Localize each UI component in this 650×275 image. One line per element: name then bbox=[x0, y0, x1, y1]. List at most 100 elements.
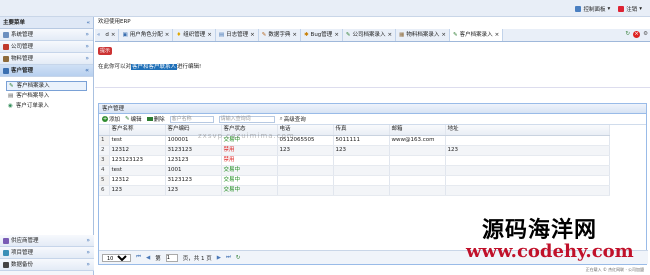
close-icon[interactable]: × bbox=[334, 29, 339, 41]
close-icon[interactable]: × bbox=[388, 29, 393, 41]
tab-customer-entry[interactable]: ✎ 客户档案录入 × bbox=[449, 29, 504, 41]
table-row[interactable]: 2 12312 3123123 禁用 123 123 123 bbox=[99, 145, 610, 156]
sidebar-item-system[interactable]: 系统管理 » bbox=[0, 29, 93, 41]
chevron-down-icon: ▾ bbox=[607, 6, 611, 12]
supplier-icon bbox=[3, 237, 9, 244]
cell-status: 禁用 bbox=[221, 155, 278, 166]
tab-material-entry[interactable]: ▦ 物料档案录入 × bbox=[396, 29, 450, 41]
delete-button[interactable]: 删除 bbox=[146, 115, 165, 123]
tab-label: d bbox=[105, 32, 109, 38]
submenu-item-customer-order[interactable]: ◉ 客户订单录入 bbox=[6, 101, 87, 111]
table-row[interactable]: 1 test 100001 交易中 0512065505 5011111 www… bbox=[99, 135, 610, 146]
tab-company-entry[interactable]: ✎ 公司档案录入 × bbox=[343, 29, 397, 41]
collapse-icon[interactable]: « bbox=[86, 17, 90, 28]
order-icon: ◉ bbox=[8, 103, 13, 109]
first-page-icon[interactable]: ⏮ bbox=[136, 254, 141, 261]
cell-fax bbox=[333, 165, 390, 176]
cell-fax bbox=[333, 175, 390, 186]
row-index: 1 bbox=[99, 135, 110, 146]
sidebar-item-supplier[interactable]: 供应商管理 » bbox=[0, 235, 94, 247]
notice-box: 提示 在此你可以对客户和客户联系人进行编辑! bbox=[95, 44, 650, 88]
notice-highlight: 客户和客户联系人 bbox=[131, 64, 178, 70]
page-label: 第 bbox=[155, 255, 161, 262]
cell-email bbox=[389, 155, 446, 166]
chevron-down-icon: ▾ bbox=[639, 6, 642, 12]
chevron-down-icon: » bbox=[85, 42, 89, 50]
chevron-up-icon: « bbox=[85, 66, 89, 74]
sidebar-title: 主要菜单 « bbox=[0, 17, 93, 29]
advanced-search-button[interactable]: ⌕ 高级查询 bbox=[279, 115, 306, 124]
pencil-icon: ✎ bbox=[261, 32, 267, 38]
tab-user-role[interactable]: ▣ 用户角色分配 × bbox=[119, 29, 174, 41]
refresh-icon[interactable]: ↻ bbox=[236, 255, 241, 261]
search-input[interactable]: 请输入查询词 bbox=[218, 115, 275, 123]
notice-text-after: 进行编辑! bbox=[177, 64, 202, 70]
sidebar-item-backup[interactable]: 数据备份 » bbox=[0, 259, 94, 271]
close-icon[interactable]: × bbox=[250, 29, 255, 41]
close-icon[interactable]: × bbox=[207, 29, 212, 41]
backup-icon bbox=[3, 261, 9, 268]
sidebar-item-company[interactable]: 公司管理 » bbox=[0, 41, 93, 53]
cell-code: 3123123 bbox=[165, 145, 222, 156]
bug-icon: ✱ bbox=[303, 32, 309, 38]
tab-d[interactable]: d × bbox=[102, 29, 120, 41]
page-size-select[interactable]: 10 bbox=[102, 253, 131, 262]
footer-text: 正在载入 © 杰红网联 · 公司加盟 bbox=[585, 267, 644, 272]
submenu-item-customer-entry[interactable]: ✎ 客户档案录入 bbox=[6, 81, 87, 91]
tab-dictionary[interactable]: ✎ 数据字典 × bbox=[259, 29, 301, 41]
cell-code: 123 bbox=[165, 185, 222, 196]
cell-name: 123123123 bbox=[109, 155, 166, 166]
close-icon[interactable]: × bbox=[165, 29, 170, 41]
control-panel-link[interactable]: 控制面板 ▾ bbox=[575, 5, 610, 13]
tab-organization[interactable]: ♦ 组织管理 × bbox=[173, 29, 216, 41]
chevron-down-icon: » bbox=[86, 236, 90, 244]
cell-name: test bbox=[109, 165, 166, 176]
sidebar-title-label: 主要菜单 bbox=[3, 20, 26, 26]
table-row[interactable]: 3 123123123 123123 禁用 bbox=[99, 155, 610, 166]
company-icon bbox=[3, 43, 9, 50]
tab-scroll-left-icon[interactable]: « bbox=[95, 32, 102, 38]
close-icon[interactable]: × bbox=[441, 29, 446, 41]
last-page-icon[interactable]: ⏭ bbox=[226, 254, 231, 261]
tab-log[interactable]: ▤ 日志管理 × bbox=[216, 29, 259, 41]
import-icon: ▤ bbox=[8, 93, 14, 99]
refresh-icon[interactable]: ↻ bbox=[625, 31, 630, 38]
tab-label: 用户角色分配 bbox=[129, 32, 163, 38]
control-panel-icon bbox=[575, 6, 582, 12]
sidebar-item-material[interactable]: 物料管理 » bbox=[0, 53, 93, 65]
column-header-name[interactable]: 客户名称 bbox=[109, 125, 166, 136]
cell-address bbox=[445, 135, 610, 146]
sidebar-item-customer[interactable]: 客户管理 « bbox=[0, 65, 93, 77]
close-icon[interactable]: × bbox=[495, 29, 500, 41]
table-row[interactable]: 4 test 1001 交易中 bbox=[99, 165, 610, 176]
customer-submenu: ✎ 客户档案录入 ▤ 客户档案导入 ◉ 客户订单录入 bbox=[0, 77, 93, 239]
cell-code: 3123123 bbox=[165, 175, 222, 186]
sidebar-item-label: 项目管理 bbox=[11, 249, 34, 256]
tab-bug[interactable]: ✱ Bug管理 × bbox=[301, 29, 343, 41]
site-watermark-title: 源码海洋网 bbox=[482, 218, 598, 243]
cell-email bbox=[389, 175, 446, 186]
column-header-email[interactable]: 邮箱 bbox=[389, 125, 446, 136]
search-icon: ⌕ bbox=[279, 115, 283, 122]
edit-button[interactable]: ✎ 编辑 bbox=[125, 115, 142, 123]
sidebar-item-project[interactable]: 项目管理 » bbox=[0, 247, 94, 259]
page-number-input[interactable] bbox=[165, 253, 178, 262]
add-button[interactable]: + 添加 bbox=[102, 115, 120, 123]
settings-icon[interactable]: ⚙ bbox=[643, 31, 648, 38]
submenu-item-customer-import[interactable]: ▤ 客户档案导入 bbox=[6, 91, 87, 101]
close-icon[interactable]: × bbox=[292, 29, 297, 41]
column-header-fax[interactable]: 传真 bbox=[333, 125, 390, 136]
table-header-row: 客户名称 客户编码 客户状态 电话 传真 邮箱 地址 bbox=[99, 125, 610, 136]
table-row[interactable]: 6 123 123 交易中 bbox=[99, 185, 610, 196]
search-field-select[interactable]: 客户名称 bbox=[169, 115, 214, 123]
logout-link[interactable]: 注销 ▾ bbox=[618, 5, 642, 13]
next-page-icon[interactable]: ▶ bbox=[217, 255, 221, 261]
top-bar: 控制面板 ▾ 注销 ▾ bbox=[0, 0, 650, 17]
tab-label: 数据字典 bbox=[268, 32, 291, 38]
cell-fax bbox=[333, 185, 390, 196]
table-row[interactable]: 5 12312 3123123 交易中 bbox=[99, 175, 610, 186]
close-all-icon[interactable]: × bbox=[633, 31, 641, 38]
prev-page-icon[interactable]: ◀ bbox=[146, 255, 150, 261]
column-header-address[interactable]: 地址 bbox=[445, 125, 610, 136]
close-icon[interactable]: × bbox=[111, 29, 116, 41]
